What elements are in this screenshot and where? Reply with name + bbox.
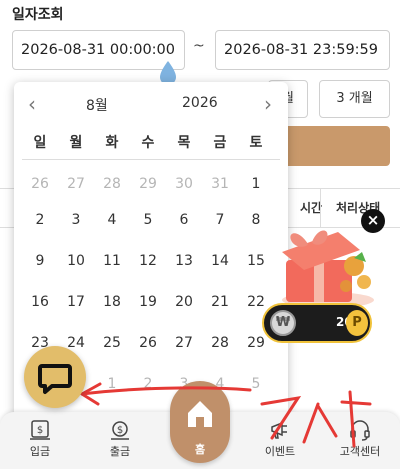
calendar-day[interactable]: 13: [166, 253, 202, 269]
svg-text:$: $: [37, 425, 43, 436]
calendar-day[interactable]: 7: [202, 212, 238, 228]
calendar-year[interactable]: 2026: [182, 95, 218, 111]
column-header-time: 시간: [300, 201, 323, 215]
calendar-day[interactable]: 6: [166, 212, 202, 228]
nav-item-home[interactable]: 홈: [170, 381, 230, 463]
search-button[interactable]: [270, 126, 390, 166]
points-unit: P: [346, 310, 368, 336]
calendar-day[interactable]: 17: [58, 294, 94, 310]
won-coin-icon: ₩: [270, 310, 296, 336]
calendar-day[interactable]: 27: [58, 176, 94, 192]
calendar-day[interactable]: 10: [58, 253, 94, 269]
calendar-day[interactable]: 1: [238, 176, 274, 192]
weekday-label: 금: [213, 135, 227, 151]
calendar-day[interactable]: 19: [130, 294, 166, 310]
weekday-label: 수: [141, 135, 155, 151]
close-icon[interactable]: ×: [361, 209, 385, 233]
period-three-months-button[interactable]: 3 개월: [319, 80, 390, 118]
weekday-label: 월: [69, 135, 83, 151]
calendar-day[interactable]: 1: [94, 376, 130, 392]
nav-item-support[interactable]: 고객센터: [325, 418, 395, 459]
calendar-day[interactable]: 21: [202, 294, 238, 310]
calendar-day[interactable]: 31: [202, 176, 238, 192]
calendar-day[interactable]: 5: [130, 212, 166, 228]
headset-icon: [350, 420, 370, 441]
nav-label-event: 이벤트: [264, 445, 296, 458]
section-title: 일자조회: [12, 7, 64, 23]
calendar-day[interactable]: 2: [130, 376, 166, 392]
calendar-day[interactable]: 5: [238, 376, 274, 392]
withdraw-icon: $: [111, 421, 129, 440]
calendar-day[interactable]: 12: [130, 253, 166, 269]
weekday-label: 일: [33, 135, 47, 151]
chat-button[interactable]: [24, 346, 86, 408]
calendar-day[interactable]: 27: [166, 335, 202, 351]
calendar-day[interactable]: 29: [130, 176, 166, 192]
date-separator: ~: [193, 38, 205, 54]
weekday-label: 화: [105, 135, 119, 151]
nav-item-deposit[interactable]: $ 입금: [5, 418, 75, 459]
calendar-day[interactable]: 25: [94, 335, 130, 351]
calendar-day[interactable]: 18: [94, 294, 130, 310]
end-date-input[interactable]: 2026-08-31 23:59:59: [215, 30, 390, 70]
chat-bubble-icon: [38, 364, 72, 394]
nav-label-withdraw: 출금: [109, 445, 131, 458]
nav-label-support: 고객센터: [339, 445, 381, 458]
nav-label-home: 홈: [194, 443, 206, 456]
gift-box-icon[interactable]: [268, 222, 380, 308]
calendar-day[interactable]: 4: [94, 212, 130, 228]
weekday-label: 토: [249, 135, 263, 151]
calendar-month[interactable]: 8월: [86, 95, 108, 115]
chevron-right-icon[interactable]: ›: [264, 92, 272, 116]
megaphone-icon: [271, 421, 287, 439]
chevron-left-icon[interactable]: ‹: [28, 92, 36, 116]
calendar-day[interactable]: 20: [166, 294, 202, 310]
calendar-day[interactable]: 11: [94, 253, 130, 269]
weekday-label: 목: [177, 135, 191, 151]
nav-item-event[interactable]: 이벤트: [245, 418, 315, 459]
calendar-day[interactable]: 14: [202, 253, 238, 269]
calendar-day[interactable]: 2: [22, 212, 58, 228]
weekday-header-row: 일월화수목금토: [22, 132, 280, 160]
calendar-day[interactable]: 9: [22, 253, 58, 269]
home-icon: [188, 401, 212, 427]
nav-item-withdraw[interactable]: $ 출금: [85, 418, 155, 459]
deposit-icon: $: [30, 420, 50, 440]
calendar-day[interactable]: 16: [22, 294, 58, 310]
calendar-day[interactable]: 26: [130, 335, 166, 351]
calendar-day[interactable]: 3: [58, 212, 94, 228]
svg-text:$: $: [117, 425, 123, 436]
nav-label-deposit: 입금: [29, 445, 51, 458]
calendar-day[interactable]: 26: [22, 176, 58, 192]
calendar-day[interactable]: 28: [202, 335, 238, 351]
calendar-day[interactable]: 30: [166, 176, 202, 192]
points-badge[interactable]: ₩ 20 P: [262, 303, 372, 343]
calendar-day[interactable]: 28: [94, 176, 130, 192]
